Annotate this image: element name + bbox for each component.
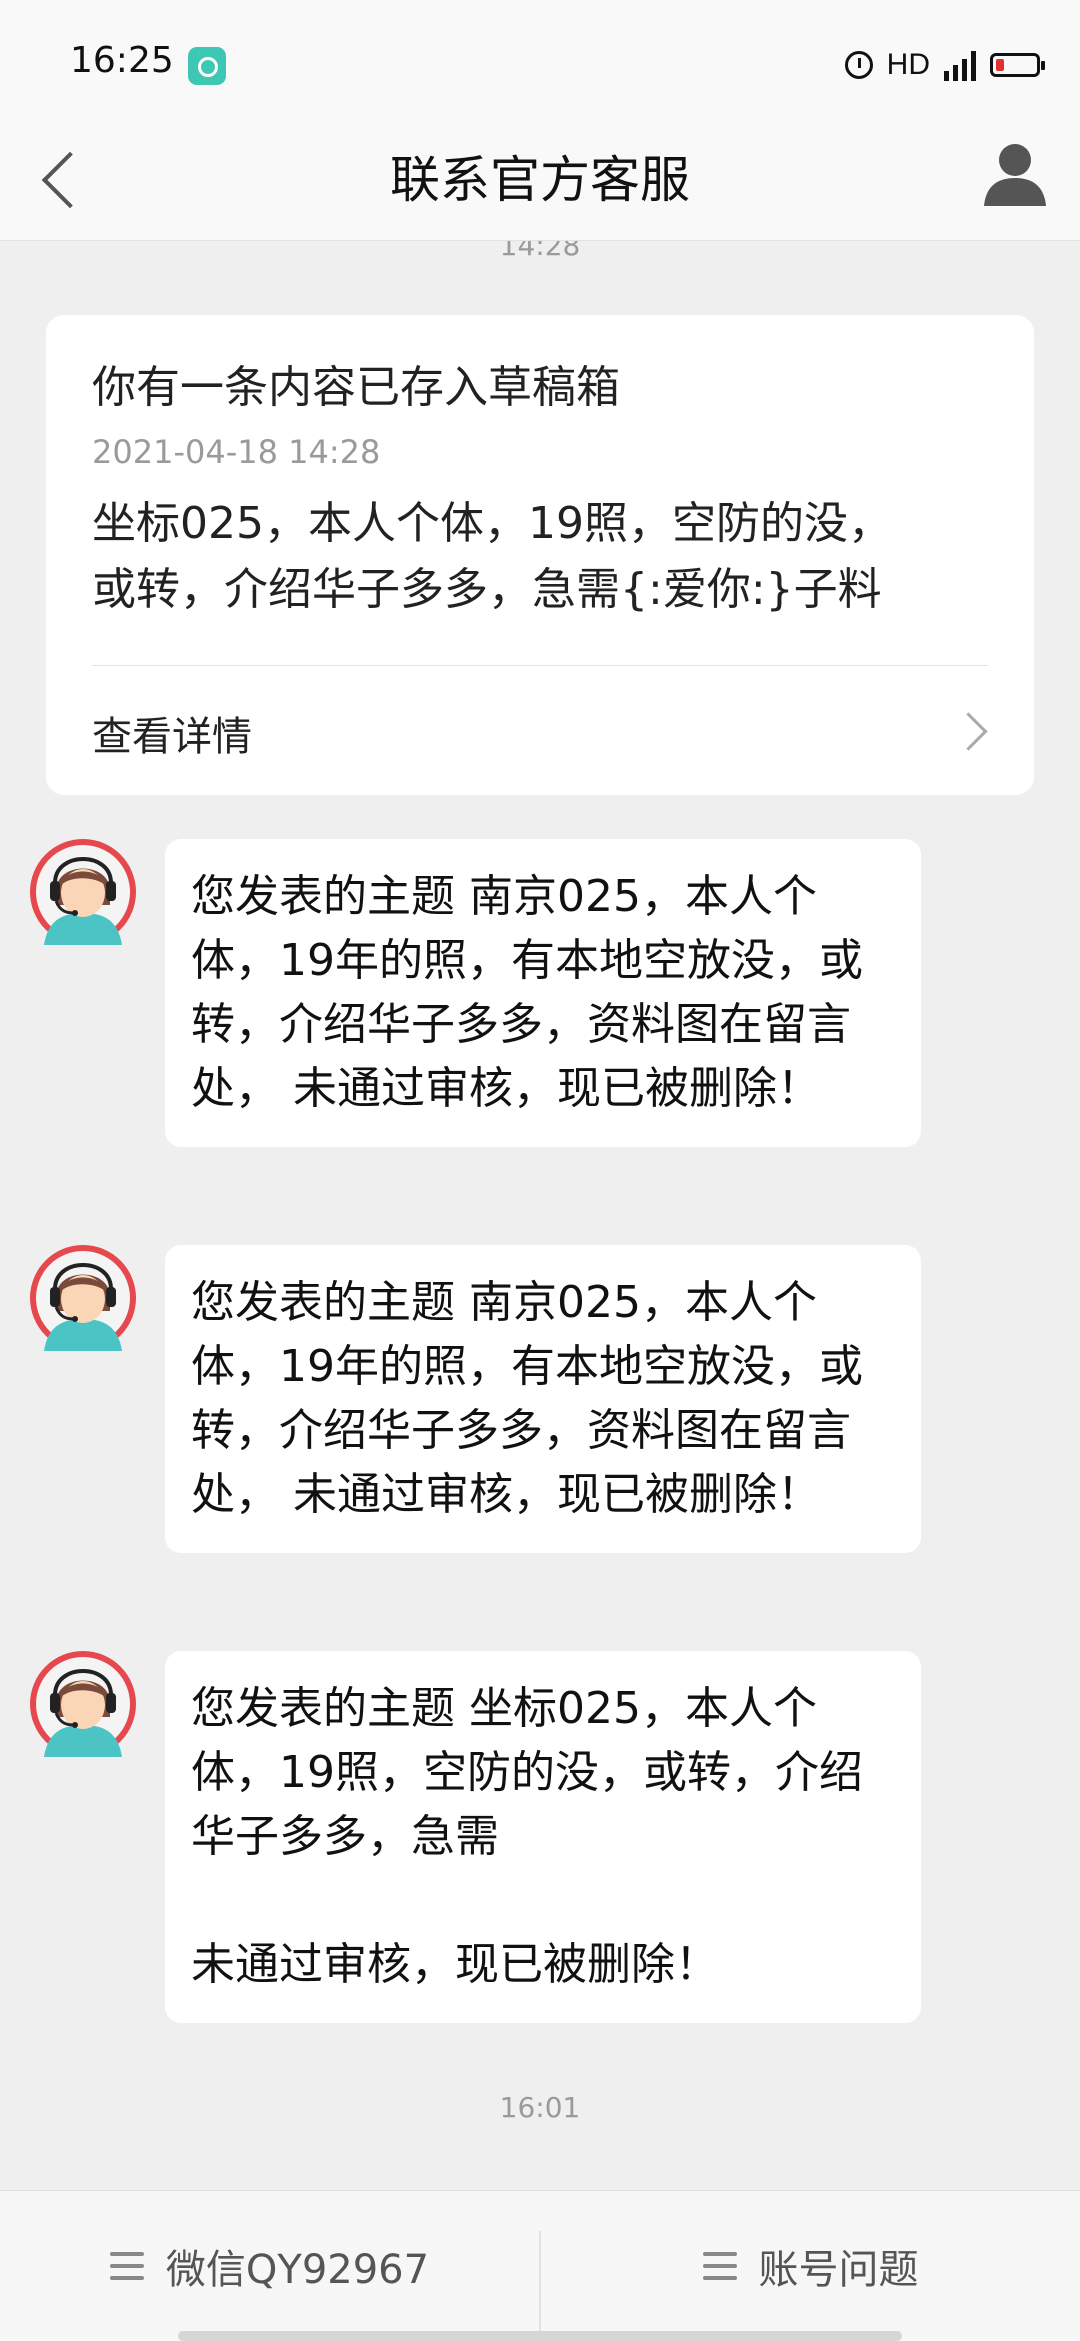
menu-tab-wechat[interactable]: 微信QY92967 xyxy=(0,2191,539,2341)
draft-body: 坐标025，本人个体，19照，空防的没， 或转，介绍华子多多，急需{:爱你:}子… xyxy=(92,498,892,615)
message-text: 您发表的主题 坐标025，本人个体，19照，空防的没，或转，介绍华子多多，急需 … xyxy=(191,1683,863,1990)
chevron-right-icon xyxy=(949,712,988,751)
timestamp: 16:01 xyxy=(499,2091,581,2124)
menu-icon xyxy=(702,2252,737,2280)
signal-icon xyxy=(944,49,976,81)
message-text: 您发表的主题 南京025，本人个体，19年的照，有本地空放没，或转，介绍华子多多… xyxy=(191,1277,863,1520)
page-title: 联系官方客服 xyxy=(390,151,690,209)
menu-tab-label: 微信QY92967 xyxy=(165,2247,430,2293)
network-label: HD xyxy=(886,48,930,81)
app-icon xyxy=(188,47,226,85)
view-details-label: 查看详情 xyxy=(92,714,252,760)
status-icons: HD xyxy=(844,40,1045,90)
draft-notice-card[interactable]: 你有一条内容已存入草稿箱 2021-04-18 14:28 坐标025，本人个体… xyxy=(46,315,1034,795)
message-bubble[interactable]: 您发表的主题 南京025，本人个体，19年的照，有本地空放没，或转，介绍华子多多… xyxy=(165,839,921,1147)
profile-button[interactable] xyxy=(970,130,1060,220)
battery-icon xyxy=(990,53,1045,77)
menu-icon xyxy=(109,2252,144,2280)
message-bubble[interactable]: 您发表的主题 南京025，本人个体，19年的照，有本地空放没，或转，介绍华子多多… xyxy=(165,1245,921,1553)
alarm-icon xyxy=(844,51,873,79)
support-agent-avatar[interactable] xyxy=(30,839,136,945)
draft-date: 2021-04-18 14:28 xyxy=(92,433,381,471)
bottom-menu-bar: 微信QY92967 账号问题 xyxy=(0,2190,1080,2341)
message-text: 您发表的主题 南京025，本人个体，19年的照，有本地空放没，或转，介绍华子多多… xyxy=(191,871,863,1114)
support-agent-avatar[interactable] xyxy=(30,1651,136,1757)
draft-title: 你有一条内容已存入草稿箱 xyxy=(92,362,620,413)
status-bar: 16:25 HD xyxy=(0,0,1080,110)
menu-tab-account[interactable]: 账号问题 xyxy=(541,2191,1080,2341)
nav-header: 联系官方客服 xyxy=(0,110,1080,241)
support-agent-avatar[interactable] xyxy=(30,1245,136,1351)
timestamp: 14:28 xyxy=(499,241,581,262)
status-time: 16:25 xyxy=(70,40,174,81)
menu-tab-label: 账号问题 xyxy=(758,2247,919,2293)
message-bubble[interactable]: 您发表的主题 坐标025，本人个体，19照，空防的没，或转，介绍华子多多，急需 … xyxy=(165,1651,921,2023)
chat-list[interactable]: 14:28 你有一条内容已存入草稿箱 2021-04-18 14:28 坐标02… xyxy=(0,241,1080,2191)
view-details-link[interactable]: 查看详情 xyxy=(46,666,1034,794)
user-icon xyxy=(984,144,1046,206)
